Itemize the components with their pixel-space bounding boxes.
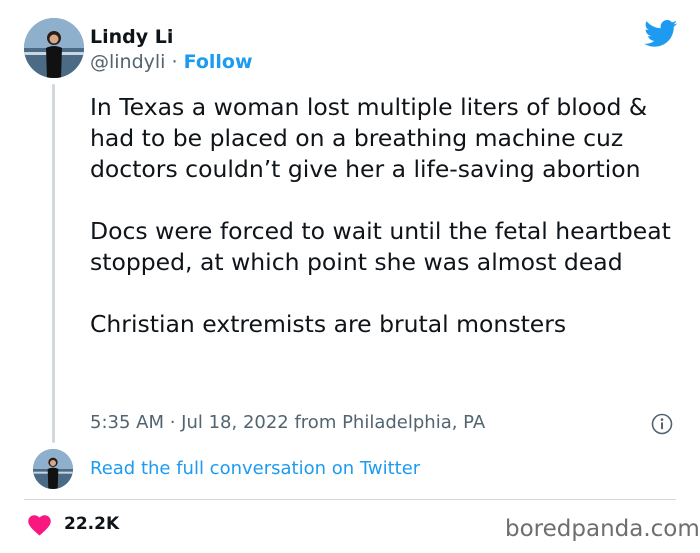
author-handle[interactable]: @lindyli bbox=[90, 51, 165, 73]
read-conversation-link[interactable]: Read the full conversation on Twitter bbox=[90, 457, 420, 481]
author-line: @lindyli · Follow bbox=[90, 50, 253, 74]
watermark: boredpanda.com bbox=[505, 516, 700, 542]
author-avatar[interactable] bbox=[24, 18, 84, 78]
tweet-timestamp[interactable]: 5:35 AM · Jul 18, 2022 from Philadelphia… bbox=[90, 411, 485, 435]
thread-line bbox=[52, 84, 55, 443]
divider bbox=[24, 499, 676, 500]
info-icon[interactable] bbox=[651, 413, 673, 435]
tweet-paragraph: Docs were forced to wait until the fetal… bbox=[90, 217, 671, 276]
reply-avatar[interactable] bbox=[33, 449, 73, 489]
tweet-paragraph: Christian extremists are brutal monsters bbox=[90, 310, 567, 338]
author-name[interactable]: Lindy Li bbox=[90, 26, 173, 48]
follow-button[interactable]: Follow bbox=[184, 51, 253, 73]
like-count[interactable]: 22.2K bbox=[64, 513, 119, 535]
tweet-text: In Texas a woman lost multiple liters of… bbox=[90, 92, 680, 340]
heart-icon[interactable] bbox=[28, 515, 51, 536]
twitter-bird-icon[interactable] bbox=[644, 20, 678, 48]
separator-dot: · bbox=[171, 51, 178, 73]
tweet-paragraph: In Texas a woman lost multiple liters of… bbox=[90, 93, 648, 183]
